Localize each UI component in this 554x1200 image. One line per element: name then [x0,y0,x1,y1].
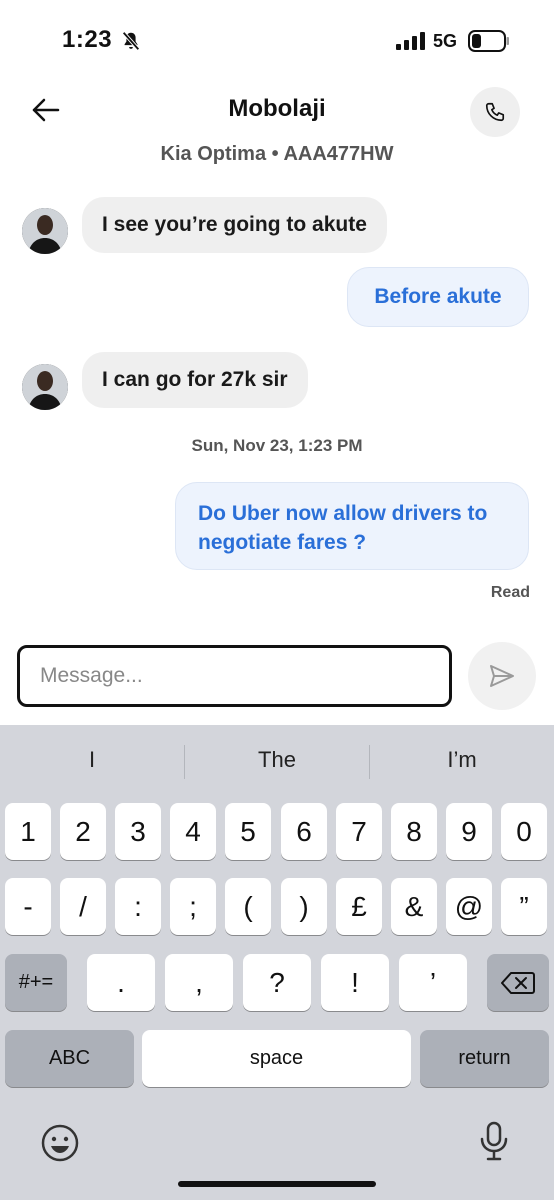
keyboard: I The I’m 1 2 3 4 5 6 7 8 9 0 - / : ; ( … [0,725,554,1200]
signal-bars-icon [396,32,425,50]
backspace-icon [501,971,535,994]
key-slash[interactable]: / [60,878,106,935]
key-7[interactable]: 7 [336,803,382,860]
message-text: Before akute [374,285,502,308]
battery-icon [468,30,509,52]
message-incoming: I see you’re going to akute [82,197,387,253]
delete-key[interactable] [487,954,549,1011]
key-1[interactable]: 1 [5,803,51,860]
message-outgoing: Before akute [347,267,529,327]
key-quote[interactable]: ” [501,878,547,935]
key-4[interactable]: 4 [170,803,216,860]
suggestion-item[interactable]: I’m [370,747,554,773]
network-type: 5G [433,31,458,51]
key-6[interactable]: 6 [281,803,327,860]
abc-key[interactable]: ABC [5,1030,134,1087]
phone-icon [485,102,505,122]
send-icon [490,665,514,687]
key-colon[interactable]: : [115,878,161,935]
key-comma[interactable]: , [165,954,233,1011]
key-3[interactable]: 3 [115,803,161,860]
key-exclamation[interactable]: ! [321,954,389,1011]
microphone-icon[interactable] [478,1121,510,1163]
return-key[interactable]: return [420,1030,549,1087]
key-hyphen[interactable]: - [5,878,51,935]
key-2[interactable]: 2 [60,803,106,860]
key-ampersand[interactable]: & [391,878,437,935]
key-apostrophe[interactable]: ’ [399,954,467,1011]
message-outgoing: Do Uber now allow drivers to negotiate f… [175,482,529,570]
message-input-box[interactable] [17,645,452,707]
call-button[interactable] [470,87,520,137]
bell-slash-icon [122,31,140,51]
vehicle-info: Kia Optima • AAA477HW [160,143,394,165]
status-time: 1:23 [62,26,113,53]
key-more-symbols[interactable]: #+= [5,954,67,1011]
avatar [22,364,68,410]
key-question[interactable]: ? [243,954,311,1011]
home-indicator[interactable] [178,1181,376,1187]
key-0[interactable]: 0 [501,803,547,860]
send-button[interactable] [468,642,536,710]
message-input[interactable] [20,648,449,704]
suggestion-item[interactable]: I [0,747,184,773]
key-open-paren[interactable]: ( [225,878,271,935]
key-period[interactable]: . [87,954,155,1011]
message-text: Do Uber now allow drivers to negotiate f… [198,502,488,554]
suggestion-item[interactable]: The [185,747,369,773]
emoji-icon[interactable] [40,1123,80,1163]
key-semicolon[interactable]: ; [170,878,216,935]
message-timestamp: Sun, Nov 23, 1:23 PM [191,436,363,455]
message-incoming: I can go for 27k sir [82,352,308,408]
key-close-paren[interactable]: ) [281,878,327,935]
key-9[interactable]: 9 [446,803,492,860]
status-bar: 1:23 5G [0,0,554,80]
suggestion-bar: I The I’m [0,725,554,801]
key-at[interactable]: @ [446,878,492,935]
space-key[interactable]: space [142,1030,411,1087]
key-8[interactable]: 8 [391,803,437,860]
avatar [22,208,68,254]
read-receipt: Read [490,584,530,601]
key-pound[interactable]: £ [336,878,382,935]
key-5[interactable]: 5 [225,803,271,860]
